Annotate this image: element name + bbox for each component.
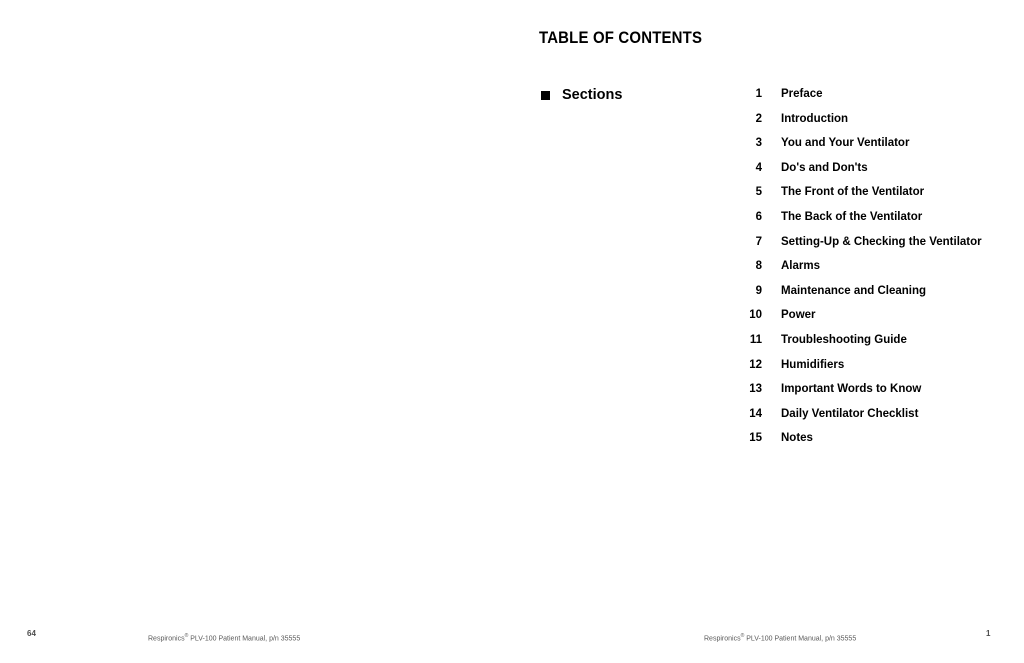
toc-entry-number: 7 <box>755 235 762 248</box>
page-title: TABLE OF CONTENTS <box>539 28 703 47</box>
toc-entry-title: Power <box>781 309 816 322</box>
toc-entry-number: 3 <box>755 137 762 150</box>
toc-entry-number: 5 <box>755 186 762 199</box>
toc-entry[interactable]: 8 Alarms <box>700 260 1000 285</box>
toc-entry[interactable]: 1 Preface <box>700 88 1000 113</box>
toc-entry-title: Introduction <box>781 112 849 125</box>
toc-entry[interactable]: 11 Troubleshooting Guide <box>700 334 1000 359</box>
sections-heading-label: Sections <box>562 87 623 103</box>
right-page-number: 1 <box>986 629 991 638</box>
toc-entry[interactable]: 5 The Front of the Ventilator <box>700 186 1000 211</box>
toc-entry-title: Troubleshooting Guide <box>781 333 907 346</box>
toc-entry[interactable]: 9 Maintenance and Cleaning <box>700 285 1000 310</box>
toc-entry-title: You and Your Ventilator <box>781 137 910 150</box>
document-page-spread: TABLE OF CONTENTS Sections 1 Preface 2 I… <box>0 0 1024 663</box>
toc-entry-number: 15 <box>749 432 762 445</box>
left-footer-brand: Respironics <box>148 635 185 643</box>
toc-entry-title: Maintenance and Cleaning <box>781 284 927 297</box>
left-footer-credit: Respironics® PLV-100 Patient Manual, p/n… <box>148 633 300 642</box>
toc-entry-title: Alarms <box>781 260 820 273</box>
toc-entry[interactable]: 10 Power <box>700 309 1000 334</box>
toc-entry[interactable]: 15 Notes <box>700 432 1000 457</box>
toc-entry[interactable]: 12 Humidifiers <box>700 359 1000 384</box>
left-page-number: 64 <box>27 629 36 638</box>
toc-entry-number: 12 <box>749 358 762 371</box>
toc-entry-number: 8 <box>755 260 762 273</box>
right-footer-manual-info: PLV-100 Patient Manual, p/n 35555 <box>744 635 857 643</box>
toc-entry-number: 1 <box>755 88 762 100</box>
toc-entry[interactable]: 3 You and Your Ventilator <box>700 137 1000 162</box>
toc-entry-title: Do's and Don'ts <box>781 161 868 174</box>
toc-entry-title: The Front of the Ventilator <box>781 186 925 199</box>
toc-entry-number: 9 <box>755 284 762 297</box>
right-footer-credit: Respironics® PLV-100 Patient Manual, p/n… <box>704 633 856 642</box>
toc-entry-title: Important Words to Know <box>781 383 922 396</box>
toc-entry[interactable]: 4 Do's and Don'ts <box>700 162 1000 187</box>
toc-entry[interactable]: 7 Setting-Up & Checking the Ventilator <box>700 236 1000 261</box>
toc-entry-number: 10 <box>749 309 762 322</box>
toc-entry-title: Notes <box>781 432 813 445</box>
toc-entry-number: 13 <box>749 383 762 396</box>
table-of-contents-list: 1 Preface 2 Introduction 3 You and Your … <box>700 88 1000 457</box>
toc-entry-number: 11 <box>749 333 762 346</box>
toc-entry-number: 2 <box>755 112 762 125</box>
toc-entry[interactable]: 2 Introduction <box>700 113 1000 138</box>
toc-entry-title: Daily Ventilator Checklist <box>781 407 919 420</box>
left-footer-manual-info: PLV-100 Patient Manual, p/n 35555 <box>188 635 301 643</box>
toc-entry[interactable]: 14 Daily Ventilator Checklist <box>700 408 1000 433</box>
toc-entry-title: Setting-Up & Checking the Ventilator <box>781 235 982 248</box>
toc-entry-number: 6 <box>755 210 762 223</box>
left-page-blank-area <box>0 0 512 615</box>
right-footer-brand: Respironics <box>704 635 741 643</box>
toc-entry-title: Humidifiers <box>781 358 845 371</box>
toc-entry[interactable]: 13 Important Words to Know <box>700 383 1000 408</box>
toc-entry-title: Preface <box>781 88 823 100</box>
toc-entry-title: The Back of the Ventilator <box>781 210 923 223</box>
toc-entry[interactable]: 6 The Back of the Ventilator <box>700 211 1000 236</box>
toc-entry-number: 14 <box>749 407 762 420</box>
toc-entry-number: 4 <box>755 161 762 174</box>
filled-square-bullet-icon <box>541 90 550 100</box>
sections-heading: Sections <box>541 86 622 104</box>
